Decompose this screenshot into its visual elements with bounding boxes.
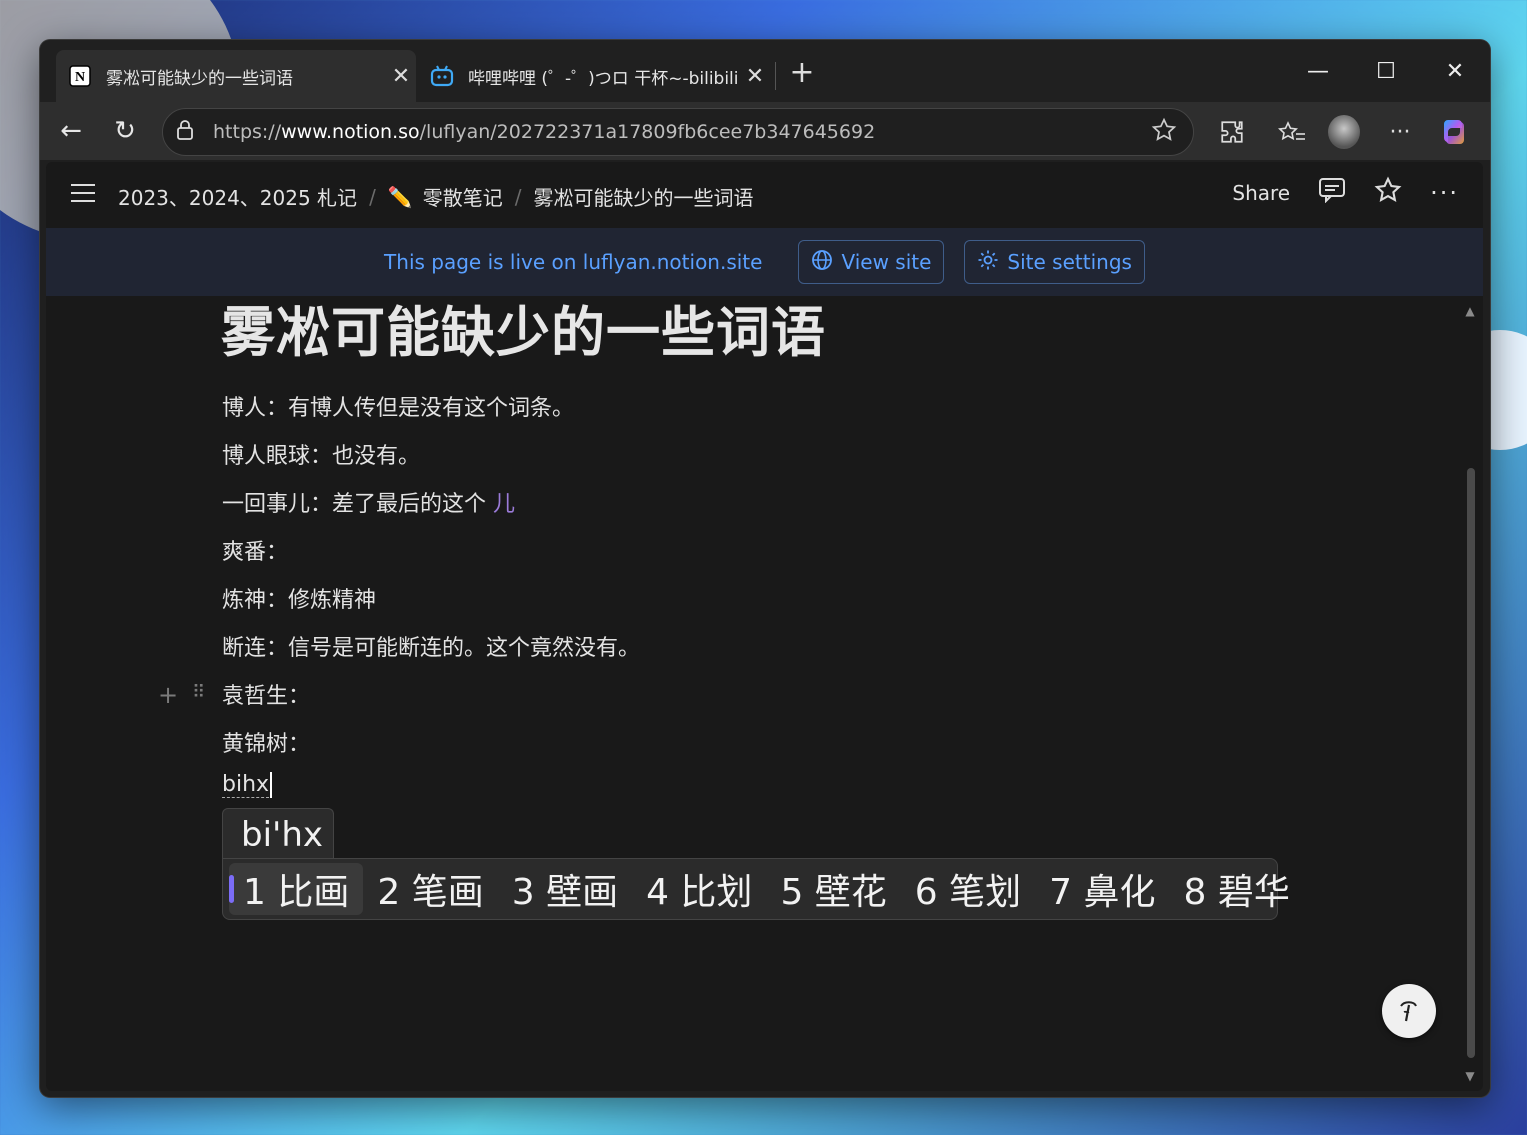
highlighted-text: 儿 (493, 492, 516, 517)
breadcrumb: 2023、2024、2025 札记 / ✏️ 零散笔记 / 雾凇可能缺少的一些词… (118, 182, 753, 211)
ime-typed-text: bihx (222, 772, 270, 798)
notion-topbar: 2023、2024、2025 札记 / ✏️ 零散笔记 / 雾凇可能缺少的一些词… (46, 162, 1483, 228)
close-tab-icon[interactable]: ✕ (740, 64, 770, 89)
gear-icon (977, 249, 999, 276)
site-settings-button[interactable]: Site settings (964, 240, 1145, 284)
breadcrumb-separator: / (369, 184, 376, 209)
browser-window: N 雾凇可能缺少的一些词语 ✕ 哔哩哔哩 (゜-゜)つロ 干杯~-bilibil… (40, 40, 1490, 1097)
tab-strip: N 雾凇可能缺少的一些词语 ✕ 哔哩哔哩 (゜-゜)つロ 干杯~-bilibil… (40, 40, 1490, 102)
ime-candidate[interactable]: 7 鼻化 (1035, 863, 1169, 915)
text-block[interactable]: 一回事儿：差了最后的这个 儿 (222, 486, 515, 518)
browser-toolbar: ← ↻ https://www.notion.so/luflyan/202722… (40, 102, 1490, 160)
lock-icon[interactable] (175, 119, 197, 145)
scrollbar-thumb[interactable] (1467, 468, 1475, 1058)
extensions-icon[interactable] (1216, 116, 1248, 148)
share-button[interactable]: Share (1232, 181, 1290, 205)
site-settings-label: Site settings (1007, 250, 1132, 274)
view-site-button[interactable]: View site (798, 240, 945, 284)
sidebar-menu-icon[interactable] (70, 182, 96, 208)
scroll-up-icon[interactable]: ▲ (1463, 304, 1477, 318)
svg-text:N: N (75, 70, 85, 85)
breadcrumb-item[interactable]: 零散笔记 (423, 182, 503, 211)
notion-icon: N (68, 64, 92, 88)
view-site-label: View site (841, 250, 932, 274)
new-tab-button[interactable]: + (786, 58, 818, 90)
text-cursor (270, 772, 273, 798)
maximize-button[interactable]: ☐ (1366, 54, 1406, 90)
notion-page: 2023、2024、2025 札记 / ✏️ 零散笔记 / 雾凇可能缺少的一些词… (46, 162, 1483, 1091)
address-bar[interactable]: https://www.notion.so/luflyan/202722371a… (162, 108, 1194, 156)
scroll-down-icon[interactable]: ▼ (1463, 1069, 1477, 1083)
text-block[interactable]: 博人：有博人传但是没有这个词条。 (222, 390, 574, 422)
more-options-icon[interactable]: ··· (1430, 179, 1459, 207)
text-block-content: 一回事儿：差了最后的这个 (222, 492, 487, 517)
favorite-star-icon[interactable] (1374, 176, 1402, 209)
drag-handle-icon[interactable]: ⠿ (192, 681, 205, 709)
tab-notion[interactable]: N 雾凇可能缺少的一些词语 ✕ (56, 50, 416, 102)
text-block[interactable]: 断连：信号是可能断连的。这个竟然没有。 (222, 630, 640, 662)
notion-ai-help-button[interactable] (1382, 984, 1436, 1038)
tab-title: 雾凇可能缺少的一些词语 (106, 68, 293, 89)
more-menu-icon[interactable]: ··· (1384, 116, 1416, 148)
ime-candidate-list: 1 比画 2 笔画 3 壁画 4 比划 5 壁花 6 笔划 7 鼻化 8 碧华 (222, 858, 1290, 920)
copilot-icon[interactable] (1438, 116, 1470, 148)
text-block[interactable]: 黄锦树： (222, 726, 310, 758)
banner-message: This page is live on luflyan.notion.site (384, 250, 763, 274)
ime-candidate[interactable]: 3 壁画 (498, 863, 632, 915)
block-controls: + ⠿ (158, 681, 205, 709)
bilibili-icon (430, 64, 454, 88)
text-block[interactable]: 炼神：修炼精神 (222, 582, 376, 614)
ime-candidate[interactable]: 2 笔画 (363, 863, 497, 915)
page-content: 雾凇可能缺少的一些词语 博人：有博人传但是没有这个词条。 博人眼球：也没有。 一… (46, 296, 1483, 1091)
page-title[interactable]: 雾凇可能缺少的一些词语 (221, 288, 826, 367)
ime-candidate[interactable]: 1 比画 (229, 863, 364, 915)
minimize-button[interactable]: — (1298, 54, 1338, 90)
publish-banner: This page is live on luflyan.notion.site… (46, 228, 1483, 296)
ime-candidate[interactable]: 6 笔划 (901, 863, 1035, 915)
tab-title: 哔哩哔哩 (゜-゜)つロ 干杯~-bilibili (468, 68, 739, 89)
comments-icon[interactable] (1318, 177, 1346, 208)
pencil-icon: ✏️ (387, 184, 413, 209)
ime-composition: bi'hx (222, 808, 334, 860)
favorites-icon[interactable] (1276, 116, 1308, 148)
tab-bilibili[interactable]: 哔哩哔哩 (゜-゜)つロ 干杯~-bilibili ✕ (418, 50, 770, 102)
text-block[interactable]: 袁哲生： (222, 678, 310, 710)
text-block-editing[interactable]: bihx (222, 772, 273, 798)
close-tab-icon[interactable]: ✕ (386, 64, 416, 89)
refresh-button[interactable]: ↻ (106, 112, 144, 150)
breadcrumb-item[interactable]: 2023、2024、2025 札记 (118, 182, 357, 211)
favorite-star-icon[interactable] (1151, 117, 1181, 147)
add-block-icon[interactable]: + (158, 681, 178, 709)
breadcrumb-item[interactable]: 雾凇可能缺少的一些词语 (533, 182, 753, 211)
ime-candidate[interactable]: 8 碧华 (1170, 863, 1304, 915)
scrollbar[interactable]: ▲ ▼ (1463, 296, 1477, 1091)
breadcrumb-separator: / (514, 184, 522, 209)
url-text: https://www.notion.so/luflyan/202722371a… (213, 121, 876, 143)
back-button[interactable]: ← (52, 112, 90, 150)
profile-avatar[interactable] (1328, 115, 1360, 149)
ime-candidate[interactable]: 4 比划 (632, 863, 766, 915)
close-window-button[interactable]: ✕ (1435, 54, 1475, 90)
tab-divider (775, 62, 776, 90)
globe-icon (811, 249, 833, 276)
text-block[interactable]: 博人眼球：也没有。 (222, 438, 420, 470)
topbar-actions: Share ··· (1232, 176, 1459, 209)
text-block[interactable]: 爽番： (222, 534, 288, 566)
ime-candidate[interactable]: 5 壁花 (766, 863, 900, 915)
